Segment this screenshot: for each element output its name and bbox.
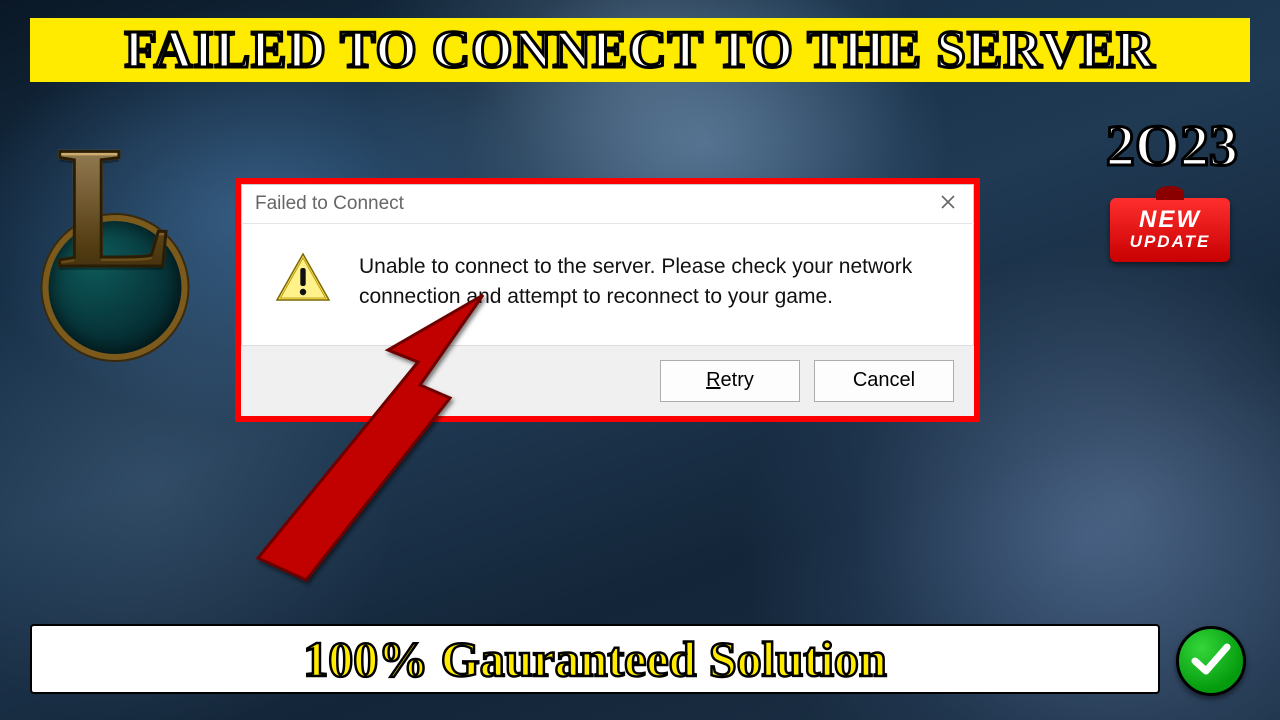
dialog-title: Failed to Connect <box>255 193 404 215</box>
year-label: 2O23 <box>1106 112 1238 179</box>
game-logo: L <box>35 120 195 310</box>
solution-banner: 100% Gauranteed Solution <box>30 624 1160 694</box>
checkmark-badge <box>1176 626 1246 696</box>
cancel-label: Cancel <box>853 369 915 392</box>
cancel-button[interactable]: Cancel <box>814 360 954 402</box>
badge-line2: UPDATE <box>1116 232 1224 252</box>
logo-letter: L <box>57 120 174 295</box>
dialog-message: Unable to connect to the server. Please … <box>359 252 948 313</box>
headline-text: FAILED TO CONNECT TO THE SERVER <box>50 20 1230 80</box>
retry-button[interactable]: Retry <box>660 360 800 402</box>
dialog-titlebar: Failed to Connect <box>241 184 974 224</box>
headline-banner: FAILED TO CONNECT TO THE SERVER <box>30 18 1250 82</box>
close-button[interactable] <box>924 185 972 223</box>
warning-icon <box>275 252 331 304</box>
solution-text: 100% Gauranteed Solution <box>50 630 1140 688</box>
close-icon <box>941 193 955 215</box>
checkmark-icon <box>1189 637 1233 686</box>
new-update-badge: NEW UPDATE <box>1110 198 1230 262</box>
dialog-body: Unable to connect to the server. Please … <box>241 224 974 345</box>
dialog-button-row: Retry Cancel <box>241 345 974 416</box>
retry-label-rest: etry <box>721 369 754 391</box>
error-dialog: Failed to Connect Unable to connect to t… <box>235 178 980 422</box>
badge-line1: NEW <box>1116 208 1224 232</box>
